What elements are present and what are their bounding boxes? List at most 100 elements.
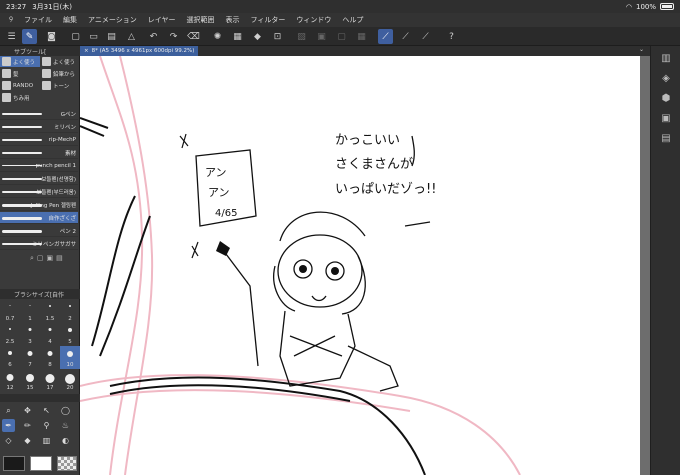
brush-list: Gペン ミリペン rip-MechP 素材 punch pencil 1 보들펜… <box>0 108 80 308</box>
eyedropper-icon[interactable]: ⚲ <box>40 419 53 432</box>
material-icon[interactable]: ⬢ <box>658 90 674 106</box>
menu-layer[interactable]: レイヤー <box>148 15 176 25</box>
menu-file[interactable]: ファイル <box>24 15 52 25</box>
pen-pressure-2-icon[interactable]: ⟋ <box>398 29 413 44</box>
brush-item[interactable]: 보들펜(선명함) <box>0 173 78 185</box>
redo-icon[interactable]: ↷ <box>166 29 181 44</box>
brush-item[interactable]: ペン 2 <box>0 225 78 237</box>
toolbar: ☰ ✎ ◙ ▢ ▭ ▤ △ ↶ ↷ ⌫ ✺ ▦ ◆ ⊡ ▧ ▣ ▢ ▦ ⟋ ⟋ … <box>0 27 680 46</box>
brush-size-option[interactable]: 8 <box>40 346 60 369</box>
property-icon[interactable]: ▣ <box>658 110 674 126</box>
brush-size-option[interactable]: 12 <box>0 369 20 392</box>
brush-size-option[interactable]: 7 <box>20 346 40 369</box>
brush-size-option[interactable]: 2.5 <box>0 323 20 346</box>
airbrush-icon[interactable]: ♨ <box>59 419 72 432</box>
right-panel: ▥ ◈ ⬢ ▣ ▤ <box>650 46 680 475</box>
brush-size-option[interactable]: 15 <box>20 369 40 392</box>
app-logo-icon[interactable]: ୨ <box>4 15 18 25</box>
subtool-group[interactable]: 髪 <box>0 68 40 79</box>
close-tab-icon[interactable]: × <box>84 48 89 54</box>
sign-text-3: 4/65 <box>215 208 237 219</box>
brush-size-option[interactable]: 1.5 <box>40 300 60 323</box>
open-folder-icon[interactable]: ▭ <box>86 29 101 44</box>
brush-size-option[interactable]: 1 <box>20 300 40 323</box>
invert-selection-icon[interactable]: ▣ <box>314 29 329 44</box>
menu-edit[interactable]: 編集 <box>63 15 77 25</box>
drawing-canvas[interactable]: かっこいい さくまさんが いっぱいだゾっ!! アン アン 4/65 <box>80 56 640 475</box>
brush-size-option[interactable]: 0.7 <box>0 300 20 323</box>
export-icon[interactable]: △ <box>124 29 139 44</box>
menu-window[interactable]: ウィンドウ <box>296 15 331 25</box>
brush-item[interactable]: ミリペンガサガサ <box>0 238 78 250</box>
loading-icon[interactable]: ✺ <box>210 29 225 44</box>
layers-icon[interactable]: ◈ <box>658 70 674 86</box>
trash-icon[interactable]: ⌫ <box>186 29 201 44</box>
eraser-icon[interactable]: ◇ <box>2 434 15 447</box>
speech-line-3: いっぱいだゾっ!! <box>335 182 436 197</box>
brush-size-option[interactable]: 20 <box>60 369 80 392</box>
subtool-group[interactable]: よく使う <box>0 56 40 67</box>
status-bar: 23:27 3月31日(木) ◠ 100% <box>0 0 680 13</box>
transform-icon[interactable]: ⊡ <box>270 29 285 44</box>
brush-size-header: ブラシサイズ[自作 <box>0 289 80 299</box>
zoom-icon[interactable]: ⌕ <box>2 404 15 417</box>
menu-bar: ୨ ファイル 編集 アニメーション レイヤー 選択範囲 表示 フィルター ウィン… <box>0 13 680 27</box>
sub-color-swatch[interactable] <box>30 456 52 471</box>
menu-selection[interactable]: 選択範囲 <box>187 15 215 25</box>
pen-pressure-1-icon[interactable]: ⟋ <box>378 29 393 44</box>
save-icon[interactable]: ▤ <box>104 29 119 44</box>
brush-item[interactable]: 보들펜(부드러움) <box>0 186 78 198</box>
transparent-color-swatch[interactable] <box>57 456 77 471</box>
brush-size-option[interactable]: 2 <box>60 300 80 323</box>
hamburger-menu-icon[interactable]: ☰ <box>4 29 19 44</box>
brush-item[interactable]: punch pencil 1 <box>0 160 78 172</box>
hand-tool-icon[interactable]: ✎ <box>22 29 37 44</box>
subtool-group[interactable]: トーン <box>40 80 80 91</box>
lasso-icon[interactable]: ◯ <box>59 404 72 417</box>
crop-icon[interactable]: ▢ <box>334 29 349 44</box>
brush-size-option[interactable]: 6 <box>0 346 20 369</box>
fill-icon[interactable]: ◆ <box>250 29 265 44</box>
brush-item[interactable]: Jelling Pen 젤링펜 <box>0 199 78 211</box>
brush-item[interactable]: rip-MechP <box>0 134 78 146</box>
operation-icon[interactable]: ↖ <box>40 404 53 417</box>
blend-icon[interactable]: ◐ <box>59 434 72 447</box>
subtool-group[interactable]: ちみ用 <box>0 92 40 103</box>
deselect-icon[interactable]: ▧ <box>294 29 309 44</box>
menu-filter[interactable]: フィルター <box>251 15 286 25</box>
main-color-swatch[interactable] <box>3 456 25 471</box>
chevron-down-icon[interactable]: ⌄ <box>639 46 644 53</box>
undo-icon[interactable]: ↶ <box>146 29 161 44</box>
history-icon[interactable]: ▤ <box>658 130 674 146</box>
subtool-group[interactable]: RANDO <box>0 80 40 91</box>
palette-dock-icon[interactable]: ▥ <box>658 50 674 66</box>
brush-item[interactable]: 自作ざくざ <box>0 212 78 224</box>
gradient-icon[interactable]: ▥ <box>40 434 53 447</box>
brush-size-option[interactable]: 3 <box>20 323 40 346</box>
pen-tool-icon[interactable]: ✒ <box>2 419 15 432</box>
menu-animation[interactable]: アニメーション <box>88 15 137 25</box>
brush-size-option[interactable]: 10 <box>60 346 80 369</box>
document-tab[interactable]: × 8* (A5 3496 x 4961px 600dpi 99.2%) <box>80 46 199 56</box>
brush-size-option[interactable]: 17 <box>40 369 60 392</box>
grid-icon[interactable]: ▦ <box>354 29 369 44</box>
brush-size-option[interactable]: 5 <box>60 323 80 346</box>
menu-view[interactable]: 表示 <box>226 15 240 25</box>
camera-icon[interactable]: ◙ <box>44 29 59 44</box>
fill-tool-icon[interactable]: ◆ <box>21 434 34 447</box>
brush-item[interactable]: Gペン <box>0 108 78 120</box>
color-swatches <box>0 452 80 475</box>
move-icon[interactable]: ✥ <box>21 404 34 417</box>
brush-item[interactable]: ミリペン <box>0 121 78 133</box>
new-file-icon[interactable]: ▢ <box>68 29 83 44</box>
clear-layer-icon[interactable]: ▦ <box>230 29 245 44</box>
brush-item[interactable]: 素材 <box>0 147 78 159</box>
subtool-group[interactable]: よく使う <box>40 56 80 67</box>
pen-pressure-3-icon[interactable]: ⟋ <box>418 29 433 44</box>
brush-size-option[interactable]: 4 <box>40 323 60 346</box>
pencil-tool-icon[interactable]: ✏ <box>21 419 34 432</box>
brush-list-actions[interactable]: ⌕▢▣▤ <box>30 254 66 263</box>
menu-help[interactable]: ヘルプ <box>342 15 363 25</box>
help-icon[interactable]: ? <box>444 29 459 44</box>
subtool-group[interactable]: 鉛筆から <box>40 68 80 79</box>
